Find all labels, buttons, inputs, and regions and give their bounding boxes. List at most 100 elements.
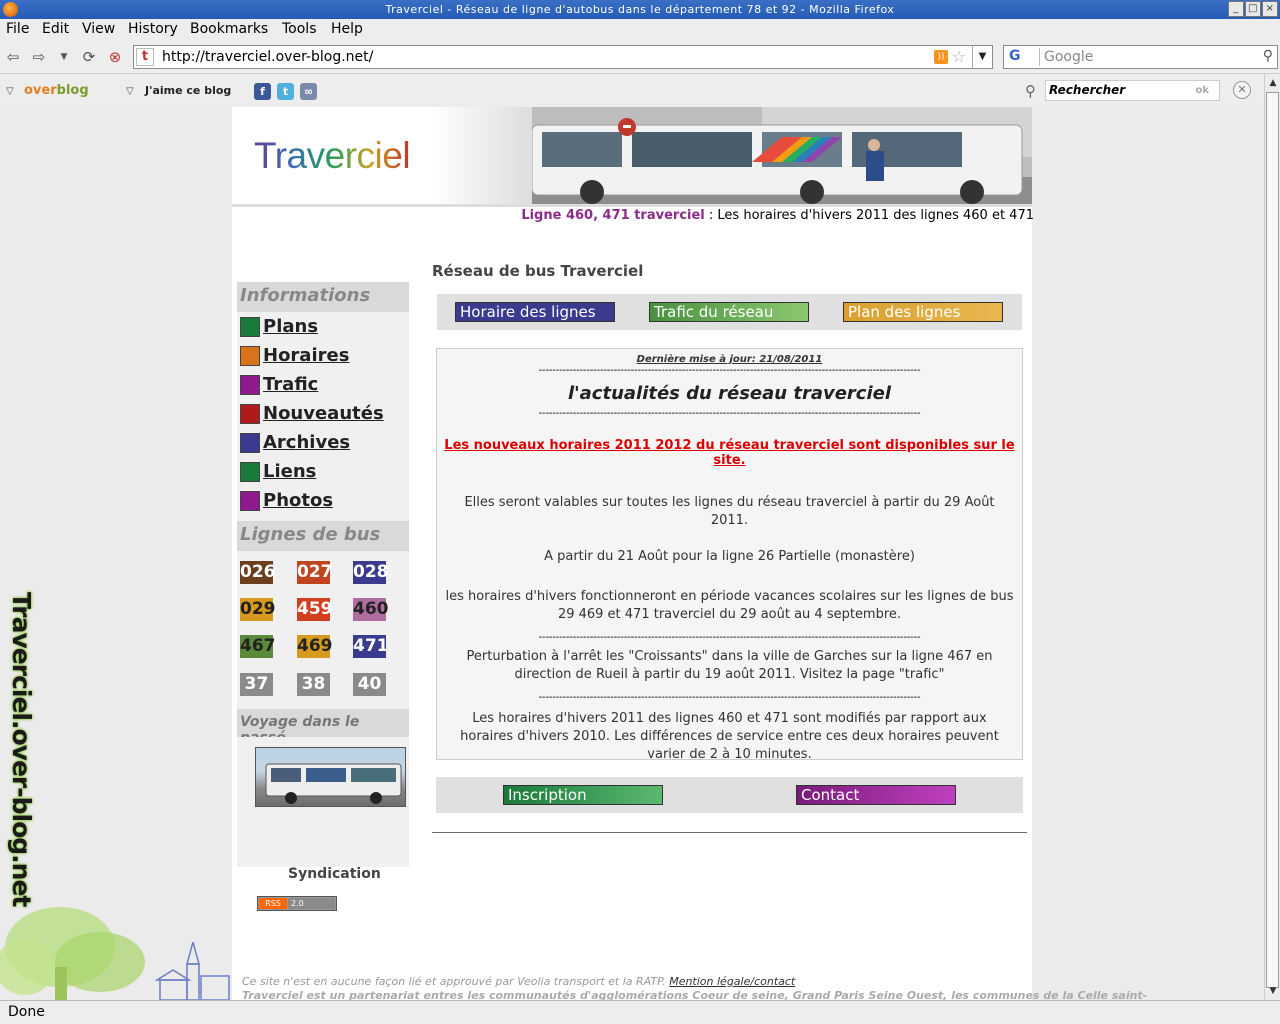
vertical-scrollbar[interactable]: ▲ ▼ <box>1264 74 1280 1000</box>
nav-item-label[interactable]: Plans <box>263 316 318 337</box>
nav-item-label[interactable]: Trafic <box>263 374 318 395</box>
search-input[interactable]: Google <box>1044 49 1093 65</box>
close-window-button[interactable]: × <box>1262 1 1278 17</box>
reload-icon[interactable]: ⟳ <box>80 48 98 66</box>
site-logo[interactable]: Traverciel <box>254 135 411 177</box>
line-button-40[interactable]: 40 <box>353 673 386 696</box>
navigation-toolbar: ⇦ ⇨ ▼ ⟳ ⊗ t http://traverciel.over-blog.… <box>0 40 1280 74</box>
menu-history[interactable]: History <box>128 21 178 37</box>
contact-button[interactable]: Contact <box>796 785 956 805</box>
old-bus-illustration <box>265 763 402 804</box>
mention-legale-link[interactable]: Mention légale/contact <box>669 975 795 988</box>
line-button-467[interactable]: 467 <box>240 635 276 658</box>
forward-icon[interactable]: ⇨ <box>30 48 48 66</box>
scrollbar-thumb[interactable] <box>1266 92 1279 988</box>
stop-icon[interactable]: ⊗ <box>106 48 124 66</box>
trafic-reseau-button[interactable]: Trafic du réseau <box>649 302 809 322</box>
back-icon[interactable]: ⇦ <box>4 48 22 66</box>
window-title: Traverciel - Réseau de ligne d'autobus d… <box>385 3 895 16</box>
divider-dashes: ----------------------------------------… <box>538 632 921 643</box>
new-timetables-link[interactable]: Les nouveaux horaires 2011 2012 du résea… <box>437 438 1022 468</box>
search-bar[interactable]: G Google ⚲ <box>1003 45 1278 69</box>
history-dropdown-icon[interactable]: ▼ <box>55 48 73 66</box>
overblog-logo[interactable]: overblog <box>24 83 89 98</box>
nav-item-label[interactable]: Horaires <box>263 345 349 366</box>
nav-item-horaires[interactable]: Horaires <box>240 345 409 374</box>
url-bar[interactable]: t http://traverciel.over-blog.net/ )) ☆ … <box>133 45 993 69</box>
horaire-lignes-button[interactable]: Horaire des lignes <box>455 302 615 322</box>
close-toolbar-icon[interactable]: ✕ <box>1233 81 1251 99</box>
nav-item-label[interactable]: Liens <box>263 461 316 482</box>
news-ticker-highlight[interactable]: Ligne 460, 471 traverciel <box>521 208 704 223</box>
minimize-button[interactable]: _ <box>1228 1 1244 17</box>
plan-lignes-button[interactable]: Plan des lignes <box>843 302 1003 322</box>
left-navigation: Informations Plans Horaires Trafic Nouve… <box>237 282 409 867</box>
news-ticker[interactable]: Ligne 460, 471 traverciel : Les horaires… <box>521 208 1034 223</box>
menu-tools[interactable]: Tools <box>282 21 317 37</box>
nav-item-plans[interactable]: Plans <box>240 316 409 345</box>
menu-bookmarks[interactable]: Bookmarks <box>190 21 268 37</box>
nav-item-liens[interactable]: Liens <box>240 461 409 490</box>
overblog-search-ok-button[interactable]: ok <box>1195 85 1209 96</box>
nav-item-archives[interactable]: Archives <box>240 432 409 461</box>
overblog-search-input[interactable]: Rechercher ok <box>1045 80 1220 101</box>
syndication-title: Syndication <box>288 866 381 882</box>
rss-feed-icon[interactable]: )) <box>934 50 948 64</box>
line-button-027[interactable]: 027 <box>297 561 333 584</box>
overblog-menu-icon[interactable]: ▽ <box>6 86 14 97</box>
menu-edit[interactable]: Edit <box>42 21 69 37</box>
last-update: Dernière mise à jour: 21/08/2011 <box>636 354 823 365</box>
main-title: Réseau de bus Traverciel <box>432 262 644 280</box>
nav-item-photos[interactable]: Photos <box>240 490 409 519</box>
like-blog-button[interactable]: J'aime ce blog <box>145 84 231 97</box>
news-box: Dernière mise à jour: 21/08/2011 -------… <box>436 348 1023 762</box>
news-heading: l'actualités du réseau traverciel <box>567 383 892 404</box>
main-column: Réseau de bus Traverciel Horaire des lig… <box>432 262 1027 833</box>
line-button-028[interactable]: 028 <box>353 561 389 584</box>
line-button-471[interactable]: 471 <box>353 635 389 658</box>
twitter-icon[interactable]: t <box>277 83 294 100</box>
line-button-469[interactable]: 469 <box>297 635 333 658</box>
scroll-down-icon[interactable]: ▼ <box>1266 984 1280 998</box>
search-icon[interactable]: ⚲ <box>1263 48 1273 64</box>
inscription-button[interactable]: Inscription <box>503 785 663 805</box>
rss-badge[interactable]: RSS 2.0 <box>257 896 337 911</box>
menu-file[interactable]: File <box>6 21 29 37</box>
line-button-37[interactable]: 37 <box>240 673 273 696</box>
line-button-026[interactable]: 026 <box>240 561 276 584</box>
status-text: Done <box>8 1004 45 1020</box>
url-dropdown-icon[interactable]: ▼ <box>972 46 992 68</box>
overblog-search-text[interactable]: Rechercher <box>1049 83 1125 97</box>
line-button-460[interactable]: 460 <box>353 598 389 621</box>
facebook-icon[interactable]: f <box>254 83 271 100</box>
nav-item-label[interactable]: Photos <box>263 490 333 511</box>
scroll-up-icon[interactable]: ▲ <box>1266 76 1280 90</box>
like-menu-icon[interactable]: ▽ <box>126 86 134 97</box>
nav-item-trafic[interactable]: Trafic <box>240 374 409 403</box>
overblog-search-icon[interactable]: ⚲ <box>1025 82 1036 100</box>
share-link-icon[interactable]: ∞ <box>300 83 317 100</box>
maximize-button[interactable]: □ <box>1245 1 1261 17</box>
menu-help[interactable]: Help <box>331 21 363 37</box>
divider-dashes: ----------------------------------------… <box>538 365 921 376</box>
search-engine-icon[interactable]: G <box>1006 48 1040 66</box>
top-buttons-bar: Horaire des lignes Trafic du réseau Plan… <box>437 294 1022 330</box>
line-button-38[interactable]: 38 <box>297 673 330 696</box>
line-button-459[interactable]: 459 <box>297 598 333 621</box>
status-bar: Done <box>0 1000 1280 1024</box>
nav-item-nouveautes[interactable]: Nouveautés <box>240 403 409 432</box>
informations-heading: Informations <box>237 282 409 312</box>
nav-item-label[interactable]: Nouveautés <box>263 403 384 424</box>
old-bus-photo[interactable] <box>255 747 406 807</box>
bookmark-star-icon[interactable]: ☆ <box>952 47 966 66</box>
url-text[interactable]: http://traverciel.over-blog.net/ <box>162 49 373 65</box>
menu-view[interactable]: View <box>82 21 115 37</box>
tree-decoration <box>0 907 145 1000</box>
page-background-left: Traverciel.over-blog.net <box>0 107 232 1000</box>
voyage-section <box>237 737 409 837</box>
nav-item-label[interactable]: Archives <box>263 432 350 453</box>
line-button-029[interactable]: 029 <box>240 598 276 621</box>
rss-badge-version: 2.0 <box>288 898 335 909</box>
news-paragraph-5: Les horaires d'hivers 2011 des lignes 46… <box>460 711 999 762</box>
news-paragraph-3: les horaires d'hivers fonctionneront en … <box>445 589 1014 622</box>
